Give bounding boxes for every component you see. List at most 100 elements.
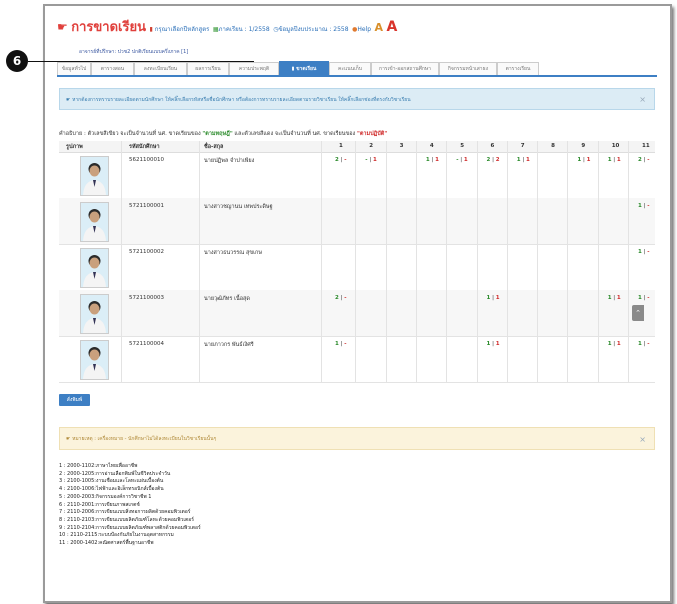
practice-count: -	[647, 341, 650, 347]
absence-count[interactable]: 1 | 1	[517, 157, 530, 163]
column-divider	[537, 141, 539, 382]
legend-item: 5 : 2000-2003:กิจกรรมองค์การวิชาชีพ 1	[59, 493, 152, 500]
font-small-button[interactable]: A	[375, 21, 384, 34]
legend-item: 11 : 2000-1402:คณิตศาสตร์พื้นฐานอาชีพ	[59, 540, 154, 547]
col-subject[interactable]: 4	[430, 143, 434, 149]
practice-count: -	[647, 157, 650, 163]
col-subject[interactable]: 5	[460, 143, 464, 149]
col-subject[interactable]: 9	[581, 143, 585, 149]
student-name-link[interactable]: นางสาวชญานน เทพประดิษฐ	[204, 203, 273, 211]
tab-registration[interactable]: ลงทะเบียนเรียน	[134, 62, 187, 75]
column-divider	[506, 141, 508, 382]
practice-count: 1	[616, 157, 621, 163]
tab-absence[interactable]: ▮ ขาดเรียน	[279, 61, 329, 76]
tab-general[interactable]: ข้อมูลทั่วไป	[57, 62, 91, 75]
absence-count[interactable]: 1 | 1	[426, 157, 439, 163]
column-divider	[476, 141, 478, 382]
chevron-up-icon: ⌃	[635, 309, 641, 317]
col-subject[interactable]: 2	[369, 143, 373, 149]
absence-count[interactable]: 1 | 1	[608, 295, 621, 301]
absence-count[interactable]: 2 | -	[335, 295, 346, 301]
practice-count: -	[647, 295, 650, 301]
student-id-link[interactable]: 5721100003	[129, 295, 164, 301]
tab-teaching-schedule[interactable]: ตารางสอน	[91, 62, 134, 75]
absence-count[interactable]: 1 | 1	[608, 157, 621, 163]
student-name-link[interactable]: นายภาวกร พันธ์เงิศรี	[204, 341, 254, 349]
column-divider	[385, 141, 387, 382]
student-id-link[interactable]: 5721100001	[129, 203, 164, 209]
student-photo	[80, 202, 109, 242]
course-select-link[interactable]: ▮ กรุณาเลือกปีหลักสูตร	[149, 26, 209, 33]
help-link[interactable]: ●Help	[352, 26, 371, 33]
col-subject[interactable]: 6	[491, 143, 495, 149]
col-subject[interactable]: 1	[339, 143, 343, 149]
student-name-link[interactable]: นายวุฒิภัทร เนื้อสุด	[204, 295, 250, 303]
practice-count: 1	[495, 295, 500, 301]
font-large-button[interactable]: A	[387, 19, 398, 35]
practice-count: 1	[586, 157, 591, 163]
practice-count: 1	[463, 157, 468, 163]
practice-count: 1	[616, 341, 621, 347]
tab-behavior[interactable]: ความประพฤติ	[229, 62, 279, 75]
absence-count[interactable]: 1 | 1	[487, 295, 500, 301]
print-button[interactable]: สั่งพิมพ์	[59, 394, 90, 406]
legend-item: 4 : 2100-1006:ไฟฟ้าและอิเล็กทรอนิกส์เบื้…	[59, 486, 164, 493]
absence-count[interactable]: 1 | 1	[608, 341, 621, 347]
student-photo	[80, 340, 109, 380]
absence-count[interactable]: 1 | -	[638, 249, 649, 255]
legend-item: 3 : 2100-1005:งานเชื่อมและโลหะแผ่นเบื้อง…	[59, 478, 164, 485]
practice-count: 1	[616, 295, 621, 301]
scroll-to-top-button[interactable]: ⌃	[632, 305, 644, 321]
student-id-link[interactable]: 5721100004	[129, 341, 164, 347]
app-frame: ☛ การขาดเรียน ▮ กรุณาเลือกปีหลักสูตร ▦ภา…	[43, 4, 672, 603]
col-subject[interactable]: 3	[400, 143, 404, 149]
absence-count[interactable]: 2 | -	[335, 157, 346, 163]
absence-count[interactable]: 1 | 1	[487, 341, 500, 347]
legend-item: 10 : 2110-2115:ระบบป้องกันภัยในงานอุตสาห…	[59, 532, 174, 539]
table-row: 5621100010 นายปฏิพล จำปาเพียง 2 | - - | 1 1 …	[59, 152, 655, 199]
practice-count: 1	[372, 157, 377, 163]
term-link[interactable]: ▦ภาคเรียน : 1/2558	[213, 26, 270, 33]
student-id-link[interactable]: 5721100002	[129, 249, 164, 255]
column-divider	[597, 141, 599, 382]
absence-count[interactable]: 2 | 2	[487, 157, 500, 163]
student-photo	[80, 248, 109, 288]
practice-count: -	[344, 295, 347, 301]
absence-count[interactable]: 1 | 1	[577, 157, 590, 163]
practice-count: 1	[495, 341, 500, 347]
col-subject[interactable]: 7	[521, 143, 525, 149]
tab-flag-activity[interactable]: กิจกรรมหน้าเสาธง	[439, 62, 497, 75]
absence-count[interactable]: 1 | -	[638, 295, 649, 301]
step-marker-line	[28, 61, 254, 62]
col-name[interactable]: ชื่อ-สกุล	[204, 143, 223, 151]
tab-entry-exit[interactable]: การเข้า-ออกสถานศึกษา	[371, 62, 439, 75]
close-icon[interactable]: ×	[639, 428, 646, 451]
practice-count: -	[647, 203, 650, 209]
advisor-line: อาจารย์ที่ปรึกษา: ปวช2 ปกติเรียนแบบครึ่ง…	[79, 49, 189, 55]
tab-class-schedule[interactable]: ตารางเรียน	[497, 62, 539, 75]
desc-practice: "ตามปฏิบัติ"	[356, 131, 388, 137]
color-legend-description: คำอธิบาย : ตัวเลขสีเขียว จะเป็นจำนวนที่ …	[59, 130, 387, 138]
student-name-link[interactable]: นางสาวธนวรรณ สุขเกษ	[204, 249, 262, 257]
absence-count[interactable]: - | 1	[456, 157, 467, 163]
absence-count[interactable]: 1 | -	[638, 341, 649, 347]
column-divider	[321, 141, 322, 382]
note-alert: ☛ หมายเหตุ : เครื่องหมาย - นักศึกษาไม่ได…	[59, 427, 655, 450]
student-name-link[interactable]: นายปฏิพล จำปาเพียง	[204, 157, 254, 165]
col-student-id[interactable]: รหัสนักศึกษา	[129, 143, 160, 151]
tab-grades[interactable]: ผลการเรียน	[187, 62, 229, 75]
absence-count[interactable]: 2 | -	[638, 157, 649, 163]
col-subject[interactable]: 11	[642, 143, 650, 149]
tab-scores[interactable]: คะแนนเก็บ	[329, 62, 371, 75]
student-id-link[interactable]: 5621100010	[129, 157, 164, 163]
close-icon[interactable]: ×	[639, 89, 646, 111]
absence-count[interactable]: 1 | -	[638, 203, 649, 209]
column-divider	[628, 141, 629, 382]
absence-count[interactable]: 1 | -	[335, 341, 346, 347]
page-title: การขาดเรียน	[71, 20, 146, 35]
budget-year-link[interactable]: ◷ข้อมูลปีงบประมาณ : 2558	[273, 26, 348, 33]
practice-count: -	[647, 249, 650, 255]
absence-count[interactable]: - | 1	[365, 157, 376, 163]
col-subject[interactable]: 10	[612, 143, 620, 149]
col-subject[interactable]: 8	[551, 143, 555, 149]
